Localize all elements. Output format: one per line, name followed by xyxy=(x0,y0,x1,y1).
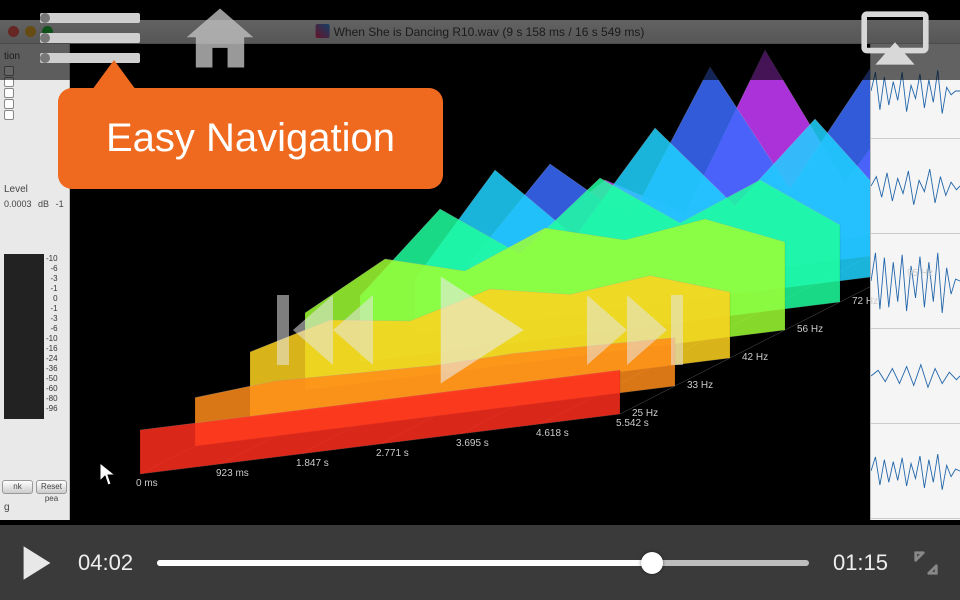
time-axis-tick: 3.695 s xyxy=(456,438,489,449)
freq-axis-tick: 56 Hz xyxy=(797,324,823,335)
panel-section-label: g xyxy=(4,499,10,516)
progress-knob[interactable] xyxy=(641,552,663,574)
progress-bar[interactable] xyxy=(157,560,809,566)
time-axis-tick: 2.771 s xyxy=(376,448,409,459)
file-wave-icon xyxy=(316,24,330,38)
reset-peak-button[interactable]: Reset pea xyxy=(36,480,67,494)
home-icon[interactable] xyxy=(180,4,260,72)
airplay-icon[interactable] xyxy=(860,10,930,66)
time-axis-tick: 5.542 s xyxy=(616,418,649,429)
waveform-lane[interactable] xyxy=(871,139,960,234)
waveform-lane[interactable] xyxy=(871,424,960,519)
level-readout: 0.0003 dB -1 xyxy=(4,199,65,209)
time-axis-tick: 923 ms xyxy=(216,468,249,479)
waveform-lane[interactable] xyxy=(871,329,960,424)
elapsed-time: 04:02 xyxy=(78,550,133,576)
callout-text: Easy Navigation xyxy=(106,116,395,160)
waveform-overview-strip[interactable] xyxy=(870,44,960,520)
time-axis-tick: 4.618 s xyxy=(536,428,569,439)
video-transport-bar: 04:02 01:15 xyxy=(0,525,960,600)
video-player-frame: When She is Dancing R10.wav (9 s 158 ms … xyxy=(0,0,960,600)
waveform-lane[interactable] xyxy=(871,234,960,329)
freq-axis-tick: 42 Hz xyxy=(742,352,768,363)
close-window-icon[interactable] xyxy=(8,26,19,37)
time-axis-tick: 0 ms xyxy=(136,478,158,489)
tutorial-callout: Easy Navigation xyxy=(58,88,443,189)
level-label: Level xyxy=(4,181,65,198)
checkbox-icon[interactable] xyxy=(4,99,14,109)
previous-track-icon[interactable] xyxy=(275,285,375,375)
checkbox-icon[interactable] xyxy=(4,77,14,87)
link-button[interactable]: nk xyxy=(2,480,33,494)
minimize-window-icon[interactable] xyxy=(25,26,36,37)
fullscreen-icon[interactable] xyxy=(912,549,940,577)
play-icon[interactable] xyxy=(425,270,535,390)
freq-axis-tick: 95 Hz xyxy=(907,268,933,279)
freq-axis-tick: 33 Hz xyxy=(687,380,713,391)
db-scale: -10-6-3-10-1-3-6-10-16-24-36-50-60-80-96 xyxy=(46,254,58,414)
progress-fill xyxy=(157,560,652,566)
freq-axis-tick: 72 Hz xyxy=(852,296,878,307)
menu-icon[interactable] xyxy=(40,8,140,68)
overlay-media-controls xyxy=(275,270,685,390)
level-meter xyxy=(4,254,44,419)
checkbox-icon[interactable] xyxy=(4,110,14,120)
time-axis-tick: 1.847 s xyxy=(296,458,329,469)
next-track-icon[interactable] xyxy=(585,285,685,375)
document-title: When She is Dancing R10.wav (9 s 158 ms … xyxy=(316,24,645,39)
app-titlebar: When She is Dancing R10.wav (9 s 158 ms … xyxy=(0,20,960,44)
checkbox-icon[interactable] xyxy=(4,88,14,98)
play-button[interactable] xyxy=(20,544,54,582)
checkbox-icon[interactable] xyxy=(4,66,14,76)
remaining-time: 01:15 xyxy=(833,550,888,576)
